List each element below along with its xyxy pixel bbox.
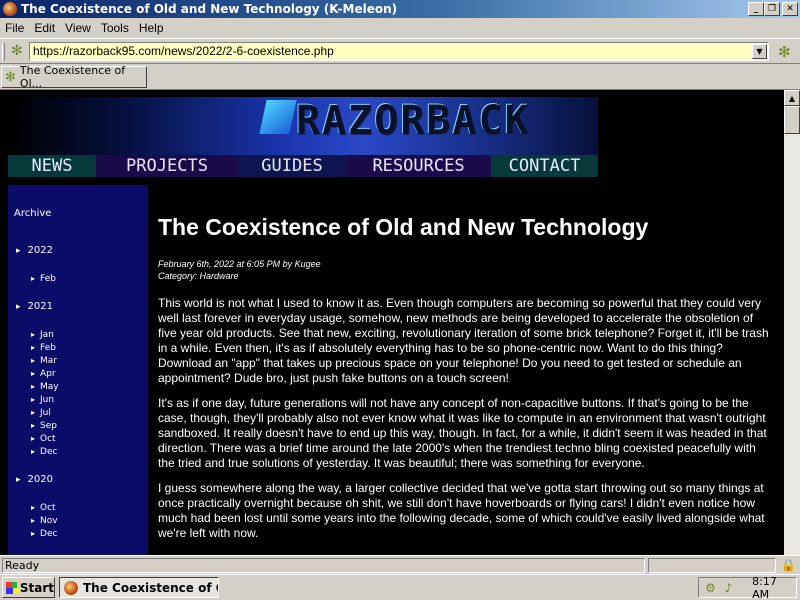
k-meleon-icon[interactable] [3, 2, 17, 16]
system-tray: ⚙ ♪ 8:17 AM [698, 575, 797, 600]
tab-active[interactable]: ✻ The Coexistence of Ol... [1, 64, 147, 90]
tab-label: The Coexistence of Ol... [19, 64, 126, 90]
nav-guides[interactable]: GUIDES [238, 155, 346, 177]
nav-resources[interactable]: RESOURCES [346, 155, 491, 177]
archive-month[interactable]: Sep [31, 421, 57, 431]
archive-month[interactable]: Dec [31, 529, 57, 539]
nav-news[interactable]: NEWS [8, 155, 96, 177]
archive-month[interactable]: Jul [31, 408, 51, 418]
archive-year-2021[interactable]: 2021 [16, 301, 53, 312]
site-nav: NEWS PROJECTS GUIDES RESOURCES CONTACT [8, 155, 598, 177]
tab-bar: ✻ The Coexistence of Ol... [0, 64, 800, 90]
restore-button[interactable]: ❐ [764, 2, 780, 16]
article-category: Category: Hardware [158, 271, 239, 281]
clock[interactable]: 8:17 AM [752, 575, 796, 600]
page-viewport[interactable]: RAZORBACK NEWS PROJECTS GUIDES RESOURCES… [0, 90, 784, 555]
tray-icon-volume[interactable]: ♪ [725, 581, 739, 595]
site-icon: ✻ [11, 43, 23, 59]
start-button[interactable]: Start [2, 577, 55, 598]
url-dropdown-button[interactable]: ▼ [752, 44, 767, 59]
article-paragraph: It's as if one day, future generations w… [158, 396, 767, 470]
archive-year-2020[interactable]: 2020 [16, 474, 53, 485]
archive-month[interactable]: Jun [31, 395, 54, 405]
scroll-up-button[interactable]: ▲ [784, 90, 800, 106]
archive-month[interactable]: Feb [31, 274, 56, 284]
status-bar: Ready 🔒 [0, 555, 800, 574]
taskbar-window-button[interactable]: The Coexistence of Ol... [59, 577, 219, 598]
archive-sidebar: Archive 2022 Feb 2021 Jan Feb Mar Apr Ma… [8, 185, 148, 555]
status-panel [648, 558, 776, 573]
taskbar-window-label: The Coexistence of Ol... [83, 580, 218, 595]
url-input[interactable]: https://razorback95.com/news/2022/2-6-co… [29, 42, 769, 61]
nav-contact[interactable]: CONTACT [491, 155, 598, 177]
article-paragraph: This world is not what I used to know it… [158, 296, 769, 385]
scroll-thumb[interactable] [784, 106, 800, 134]
taskbar: Start The Coexistence of Ol... ⚙ ♪ 8:17 … [0, 574, 800, 600]
archive-month[interactable]: Oct [31, 503, 56, 513]
address-bar: ✻ https://razorback95.com/news/2022/2-6-… [0, 38, 800, 64]
archive-month[interactable]: Oct [31, 434, 56, 444]
article-paragraph: I guess somewhere along the way, a large… [158, 481, 765, 540]
tab-site-icon: ✻ [5, 69, 16, 85]
menu-bar: File Edit View Tools Help [0, 18, 800, 38]
menu-view[interactable]: View [60, 21, 96, 35]
archive-month[interactable]: Mar [31, 356, 57, 366]
menu-tools[interactable]: Tools [96, 21, 134, 35]
tray-icon-network[interactable]: ⚙ [705, 581, 719, 595]
article-date: February 6th, 2022 at 6:05 PM by Kugee [158, 259, 321, 269]
article-title: The Coexistence of Old and New Technolog… [158, 214, 649, 240]
nav-projects[interactable]: PROJECTS [96, 155, 238, 177]
site-banner: RAZORBACK [8, 97, 598, 155]
archive-year-2022[interactable]: 2022 [16, 245, 53, 256]
archive-month[interactable]: Jan [31, 330, 54, 340]
archive-heading: Archive [14, 208, 52, 219]
go-icon[interactable]: ✻ [778, 44, 794, 60]
menu-edit[interactable]: Edit [29, 21, 60, 35]
site-logo: RAZORBACK [296, 98, 531, 144]
archive-month[interactable]: Feb [31, 343, 56, 353]
k-meleon-icon [64, 580, 78, 595]
article: The Coexistence of Old and New Technolog… [158, 212, 770, 541]
archive-month[interactable]: May [31, 382, 59, 392]
vertical-scrollbar[interactable]: ▲ [784, 90, 800, 555]
archive-month[interactable]: Apr [31, 369, 56, 379]
minimize-button[interactable]: _ [748, 2, 764, 16]
title-bar[interactable]: The Coexistence of Old and New Technolog… [0, 0, 800, 18]
close-button[interactable]: ✕ [782, 2, 798, 16]
archive-month[interactable]: Dec [31, 447, 57, 457]
status-text: Ready [2, 558, 645, 573]
lock-icon: 🔒 [781, 558, 796, 572]
logo-shine [259, 100, 297, 134]
window-controls: _ ❐ ✕ [748, 2, 798, 16]
menu-help[interactable]: Help [134, 21, 169, 35]
toolbar-grip[interactable] [2, 43, 5, 61]
archive-month[interactable]: Nov [31, 516, 58, 526]
menu-file[interactable]: File [0, 21, 29, 35]
start-label: Start [19, 580, 54, 595]
window-title: The Coexistence of Old and New Technolog… [21, 2, 398, 16]
windows-logo-icon [6, 581, 20, 594]
